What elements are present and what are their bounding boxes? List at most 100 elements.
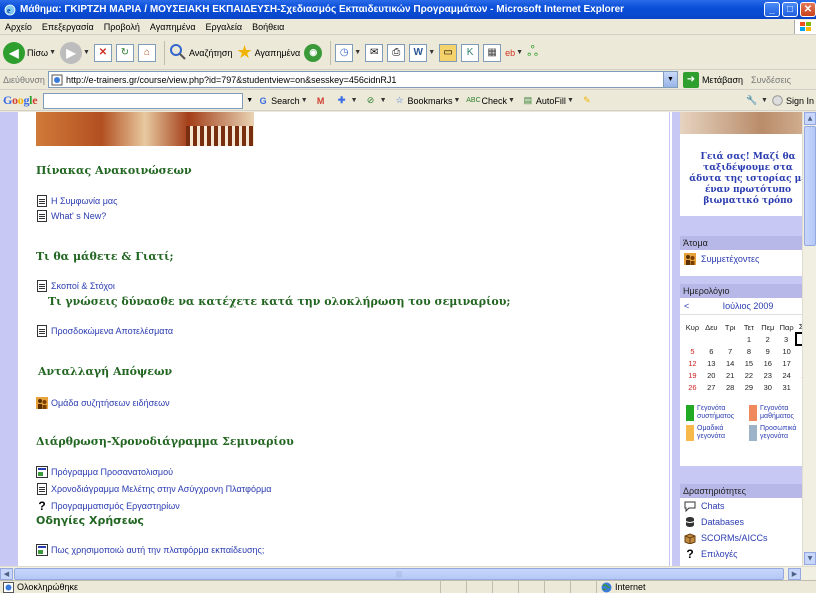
menu-help[interactable]: Βοήθεια bbox=[247, 22, 289, 32]
menu-view[interactable]: Προβολή bbox=[99, 22, 145, 32]
search-button[interactable]: Αναζήτηση bbox=[169, 43, 232, 63]
scroll-left-icon[interactable]: ◀ bbox=[0, 568, 13, 580]
vertical-scrollbar[interactable]: ▲ ▼ bbox=[802, 112, 816, 566]
calendar-day[interactable]: 8 bbox=[740, 345, 759, 357]
link-whats-new[interactable]: What' s New? bbox=[36, 210, 106, 222]
calendar-week: 19202122232425 bbox=[683, 369, 815, 381]
horizontal-scrollbar[interactable]: ◀ ||| ▶ bbox=[0, 566, 816, 580]
activity-chats[interactable]: Chats bbox=[680, 498, 816, 514]
link-expected-results[interactable]: Προσδοκώμενα Αποτελέσματα bbox=[36, 325, 173, 337]
folder-button[interactable]: ▭ bbox=[439, 43, 458, 62]
favorites-button[interactable]: ★ Αγαπημένα bbox=[236, 42, 300, 63]
calendar-day[interactable]: 30 bbox=[758, 381, 777, 393]
calendar-day[interactable]: 27 bbox=[702, 381, 721, 393]
vertical-scroll-thumb[interactable] bbox=[804, 126, 816, 246]
close-button[interactable]: ✕ bbox=[800, 2, 816, 17]
menu-favorites[interactable]: Αγαπημένα bbox=[145, 22, 201, 32]
mail-button[interactable]: ✉ bbox=[365, 43, 384, 62]
calendar-day[interactable]: 2 bbox=[758, 333, 777, 345]
calendar-day[interactable]: 26 bbox=[683, 381, 702, 393]
popup-blocker-button[interactable]: ⊘ ▼ bbox=[365, 95, 387, 107]
go-button[interactable]: ➜ Μετάβαση bbox=[682, 71, 743, 88]
legend-course-events[interactable]: Γεγονότα μαθήματος bbox=[749, 405, 810, 421]
calendar-day[interactable]: 17 bbox=[777, 357, 796, 369]
security-zone: Internet bbox=[596, 581, 816, 593]
calendar-month-title[interactable]: Ιούλιος 2009 bbox=[723, 301, 774, 311]
link-how-to-use-platform[interactable]: Πως χρησιμοποιώ αυτή την πλατφόρμα εκπαί… bbox=[36, 544, 264, 556]
activity-choices[interactable]: ? Επιλογές bbox=[680, 546, 816, 562]
plus-button[interactable]: ✚ ▼ bbox=[336, 95, 358, 107]
sign-in-button[interactable]: 🔧 ▼ Sign In bbox=[746, 95, 814, 107]
google-search-input[interactable] bbox=[43, 92, 244, 109]
calendar-day[interactable]: 10 bbox=[777, 345, 796, 357]
google-search-dropdown-icon[interactable]: ▼ bbox=[246, 97, 253, 104]
calendar-day[interactable]: 7 bbox=[721, 345, 740, 357]
calendar-day[interactable]: 6 bbox=[702, 345, 721, 357]
calendar-day[interactable]: 24 bbox=[777, 369, 796, 381]
legend-user-events[interactable]: Προσωπικά γεγονότα bbox=[749, 425, 810, 441]
calendar-day[interactable]: 19 bbox=[683, 369, 702, 381]
calendar-day[interactable]: 12 bbox=[683, 357, 702, 369]
activity-databases[interactable]: Databases bbox=[680, 514, 816, 530]
link-news-forum[interactable]: Ομάδα συζητήσεων ειδήσεων bbox=[36, 397, 170, 409]
legend-system-events[interactable]: Γεγονότα συστήματος bbox=[686, 405, 747, 421]
research-button[interactable]: K bbox=[461, 43, 480, 62]
forward-button[interactable]: ▶ ▼ bbox=[60, 41, 90, 64]
calendar-day[interactable]: 3 bbox=[777, 333, 796, 345]
bookmarks-button[interactable]: ☆ Bookmarks ▼ bbox=[394, 95, 460, 107]
ebay-button[interactable]: eb ▼ bbox=[505, 48, 523, 58]
address-dropdown-icon[interactable]: ▼ bbox=[662, 72, 677, 87]
participants-link[interactable]: Συμμετέχοντες bbox=[680, 250, 816, 268]
edit-button[interactable]: W ▼ bbox=[409, 43, 435, 62]
msn-button[interactable]: ஃ bbox=[527, 43, 538, 62]
menu-file[interactable]: Αρχείο bbox=[0, 22, 37, 32]
calendar-day[interactable]: 28 bbox=[721, 381, 740, 393]
calendar-prev-button[interactable]: < bbox=[684, 301, 689, 311]
link-our-agreement[interactable]: Η Συμφωνία μας bbox=[36, 195, 117, 207]
calendar-day[interactable]: 9 bbox=[758, 345, 777, 357]
autofill-button[interactable]: ▤ AutoFill ▼ bbox=[522, 95, 574, 107]
google-search-button[interactable]: G Search ▼ bbox=[257, 95, 308, 107]
link-aims-objectives[interactable]: Σκοποί & Στόχοι bbox=[36, 280, 115, 292]
scroll-up-icon[interactable]: ▲ bbox=[804, 112, 816, 125]
calendar-day[interactable]: 1 bbox=[740, 333, 759, 345]
calendar-day[interactable]: 16 bbox=[758, 357, 777, 369]
media-button[interactable]: ◉ bbox=[304, 43, 323, 62]
stop-button[interactable]: ✕ bbox=[93, 43, 112, 62]
calendar-day[interactable]: 13 bbox=[702, 357, 721, 369]
menu-edit[interactable]: Επεξεργασία bbox=[37, 22, 99, 32]
print-button[interactable]: ⎙ bbox=[387, 43, 406, 62]
activity-scorms[interactable]: SCORMs/AICCs bbox=[680, 530, 816, 546]
highlighter-button[interactable]: ✎ bbox=[581, 95, 595, 107]
calendar-day[interactable]: 31 bbox=[777, 381, 796, 393]
check-button[interactable]: ABC Check ▼ bbox=[466, 95, 515, 107]
check-caret-icon: ▼ bbox=[507, 97, 515, 104]
history-button[interactable]: ◷ ▼ bbox=[335, 43, 361, 62]
messenger-button[interactable]: ▦ bbox=[483, 43, 502, 62]
horizontal-scroll-thumb[interactable]: ||| bbox=[14, 568, 784, 580]
back-button[interactable]: ◀ Πίσω ▼ bbox=[3, 41, 56, 64]
links-button[interactable]: Συνδέσεις bbox=[751, 75, 791, 85]
calendar-day[interactable]: 14 bbox=[721, 357, 740, 369]
chat-bubble-icon bbox=[684, 500, 696, 512]
scroll-down-icon[interactable]: ▼ bbox=[804, 552, 816, 565]
calendar-day[interactable]: 29 bbox=[740, 381, 759, 393]
link-study-schedule[interactable]: Χρονοδιάγραμμα Μελέτης στην Ασύγχρονη Πλ… bbox=[36, 483, 271, 495]
address-input[interactable]: http://e-trainers.gr/course/view.php?id=… bbox=[47, 71, 678, 88]
calendar-day[interactable]: 21 bbox=[721, 369, 740, 381]
menu-tools[interactable]: Εργαλεία bbox=[201, 22, 248, 32]
refresh-button[interactable]: ↻ bbox=[115, 43, 134, 62]
gmail-button[interactable]: M bbox=[315, 95, 329, 107]
legend-group-events[interactable]: Ομαδικά γεγονότα bbox=[686, 425, 747, 441]
minimize-button[interactable]: _ bbox=[764, 2, 780, 17]
calendar-day[interactable]: 22 bbox=[740, 369, 759, 381]
scroll-right-icon[interactable]: ▶ bbox=[788, 568, 801, 580]
link-orientation-program[interactable]: Πρόγραμμα Προσανατολισμού bbox=[36, 466, 173, 478]
calendar-day[interactable]: 15 bbox=[740, 357, 759, 369]
maximize-button[interactable]: □ bbox=[782, 2, 798, 17]
home-button[interactable]: ⌂ bbox=[137, 43, 156, 62]
calendar-day[interactable]: 23 bbox=[758, 369, 777, 381]
calendar-day[interactable]: 20 bbox=[702, 369, 721, 381]
calendar-day[interactable]: 5 bbox=[683, 345, 702, 357]
link-workshops-schedule[interactable]: ? Προγραμματισμός Εργαστηρίων bbox=[36, 499, 179, 513]
